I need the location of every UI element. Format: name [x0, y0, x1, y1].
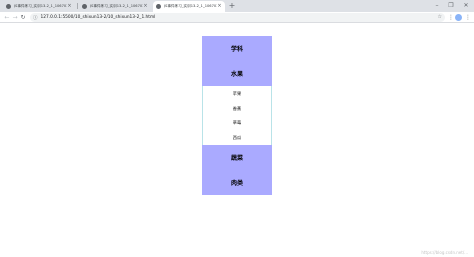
- browser-tab-3[interactable]: JS事件练习_实训13-2_1_10670113... ×: [153, 1, 225, 12]
- maximize-button[interactable]: ❐: [444, 0, 458, 12]
- tab-title: JS事件练习_实训13-2_1_10670113...: [14, 4, 67, 8]
- minimize-button[interactable]: –: [430, 0, 444, 12]
- address-bar[interactable]: ⓘ 127.0.0.1:5500/10_shixun13-2/10_shixun…: [30, 13, 445, 22]
- submenu-item-banana[interactable]: 香蕉: [203, 102, 271, 117]
- url-text: 127.0.0.1:5500/10_shixun13-2/10_shixun13…: [40, 15, 156, 20]
- globe-icon: [82, 4, 87, 9]
- submenu-item-strawberry[interactable]: 草莓: [203, 116, 271, 131]
- menu-item-fruit[interactable]: 水果: [202, 61, 272, 86]
- fruit-submenu: 苹果 香蕉 草莓 西瓜: [202, 86, 272, 145]
- tab-title: JS事件练习_实训13-2_1_10670113...: [164, 4, 217, 8]
- submenu-item-watermelon[interactable]: 西瓜: [203, 131, 271, 146]
- new-tab-button[interactable]: +: [228, 1, 236, 10]
- profile-avatar[interactable]: [455, 14, 462, 21]
- extension-icon[interactable]: ⋮: [447, 13, 455, 22]
- tab-title: JS事件练习_实训13-2_1_10670113...: [90, 4, 143, 8]
- browser-tab-1[interactable]: JS事件练习_实训13-2_1_10670113... ×: [3, 1, 75, 12]
- browser-toolbar: ← → ↻ ⓘ 127.0.0.1:5500/10_shixun13-2/10_…: [0, 12, 474, 23]
- forward-arrow-icon[interactable]: →: [11, 13, 19, 22]
- reload-icon[interactable]: ↻: [19, 13, 27, 22]
- close-icon[interactable]: ×: [67, 4, 72, 9]
- star-icon[interactable]: ☆: [438, 13, 442, 22]
- close-icon[interactable]: ×: [217, 4, 222, 9]
- menu-item-vegetables[interactable]: 蔬菜: [202, 145, 272, 170]
- info-icon[interactable]: ⓘ: [33, 15, 38, 21]
- menu-dots-icon[interactable]: ⋮: [464, 13, 472, 22]
- menu-item-meat[interactable]: 肉类: [202, 170, 272, 195]
- submenu-item-apple[interactable]: 苹果: [203, 87, 271, 102]
- menu-item-subject[interactable]: 学科: [202, 36, 272, 61]
- close-window-button[interactable]: ✕: [459, 0, 473, 12]
- globe-icon: [156, 4, 161, 9]
- watermark: https://blog.csdn.net/...: [421, 250, 468, 255]
- globe-icon: [6, 4, 11, 9]
- accordion-menu: 学科 水果 苹果 香蕉 草莓 西瓜 蔬菜 肉类: [202, 36, 272, 195]
- tab-separator: [77, 3, 78, 9]
- tab-strip: JS事件练习_实训13-2_1_10670113... × JS事件练习_实训1…: [0, 0, 474, 12]
- browser-tab-2[interactable]: JS事件练习_实训13-2_1_10670113... ×: [79, 1, 151, 12]
- close-icon[interactable]: ×: [143, 4, 148, 9]
- back-arrow-icon[interactable]: ←: [3, 13, 11, 22]
